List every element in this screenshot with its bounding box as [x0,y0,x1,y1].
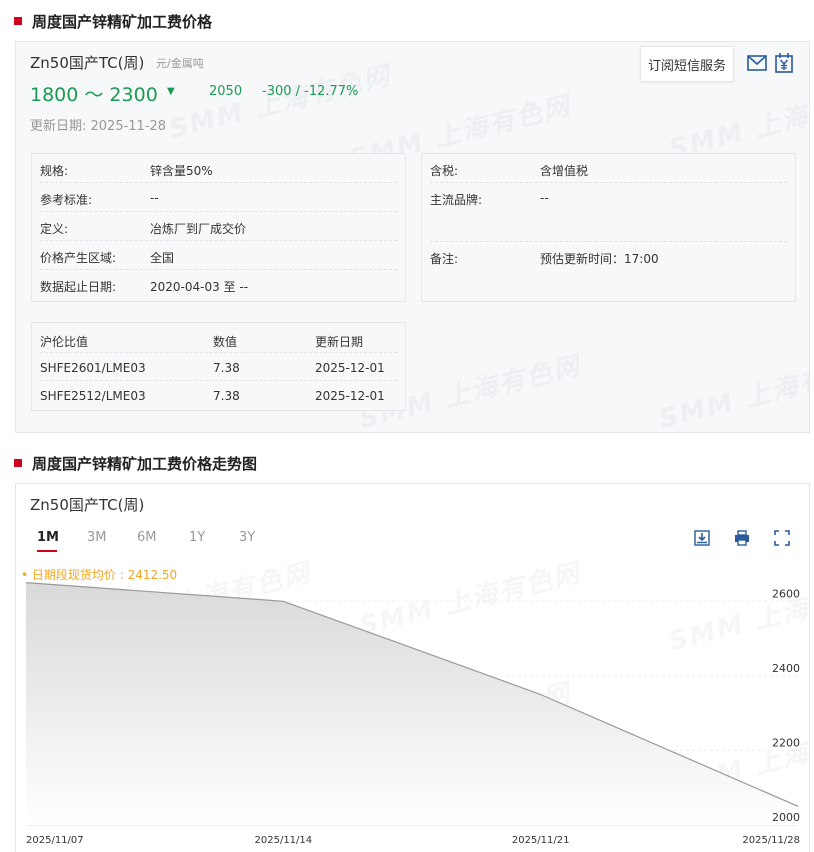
spec-row: 数据起止日期: 2020-04-03 至 -- [40,280,249,294]
table-row: SHFE2601/LME03 7.38 2025-12-01 [40,353,397,381]
spec-row: 主流品牌: -- [430,183,787,242]
spec-row: 参考标准: -- [40,183,397,212]
title-marker [14,459,22,467]
section-title-text: 周度国产锌精矿加工费价格 [32,12,213,31]
spec-row: 含税: 含增值税 [430,154,787,183]
chart-card: SMM 上海有色网 SMM 上海有色网 SMM 上海有色网 SMM 上海有色网 … [15,483,810,852]
x-tick-label: 2025/11/28 [742,835,800,846]
yen-calendar-icon[interactable] [773,52,795,74]
spec-row: 价格产生区域: 全国 [40,241,397,270]
section-title-text: 周度国产锌精矿加工费价格走势图 [32,454,258,473]
price-range: 1800 ～ 2300 [30,84,158,106]
product-unit: 元/金属吨 [156,57,204,70]
table-row: SHFE2512/LME03 7.38 2025-12-01 [40,389,385,403]
product-name: Zn50国产TC(周) [30,54,145,72]
subscribe-sms-button[interactable]: 订阅短信服务 [640,46,734,82]
table-header-row: 沪伦比值 数值 更新日期 [40,325,397,353]
x-tick-label: 2025/11/14 [255,835,313,846]
price-card: SMM 上海有色网 SMM 上海有色网 SMM 上海有色网 SMM 上海有色网 … [15,41,810,433]
area-fill [26,582,798,825]
section-title-trend: 周度国产锌精矿加工费价格走势图 [14,452,257,474]
spec-row: 备注: 预估更新时间：17:00 [430,252,659,266]
ratio-table: 沪伦比值 数值 更新日期 SHFE2601/LME03 7.38 2025-12… [31,322,406,411]
spec-row: 规格: 锌含量50% [40,154,397,183]
trend-chart: 2000 2200 2400 2600 2025/11/07 2025/11/14 2025… [25,582,800,846]
update-date: 更新日期: 2025-11-28 [30,119,167,134]
y-tick-label: 2400 [772,662,800,675]
spec-box-right: 含税: 含增值税 主流品牌: -- 备注: 预估更新时间：17:00 [421,153,796,302]
spec-box-left: 规格: 锌含量50% 参考标准: -- 定义: 冶炼厂到厂成交价 价格产生区域: 全国 … [31,153,406,302]
y-tick-label: 2600 [772,587,800,600]
spec-row: 定义: 冶炼厂到厂成交价 [40,212,397,241]
y-tick-label: 2000 [772,811,800,824]
y-tick-label: 2200 [772,736,800,749]
x-tick-label: 2025/11/07 [26,835,84,846]
title-marker [14,17,22,25]
price-change: -300 / -12.77% [262,84,359,99]
x-tick-label: 2025/11/21 [512,835,570,846]
down-arrow-icon: ▼ [167,86,175,97]
mail-icon[interactable] [746,52,768,74]
watermark: SMM 上海有色网 [656,350,810,433]
section-title-price: 周度国产锌精矿加工费价格 [14,10,212,32]
previous-average: 2050 [209,84,243,99]
